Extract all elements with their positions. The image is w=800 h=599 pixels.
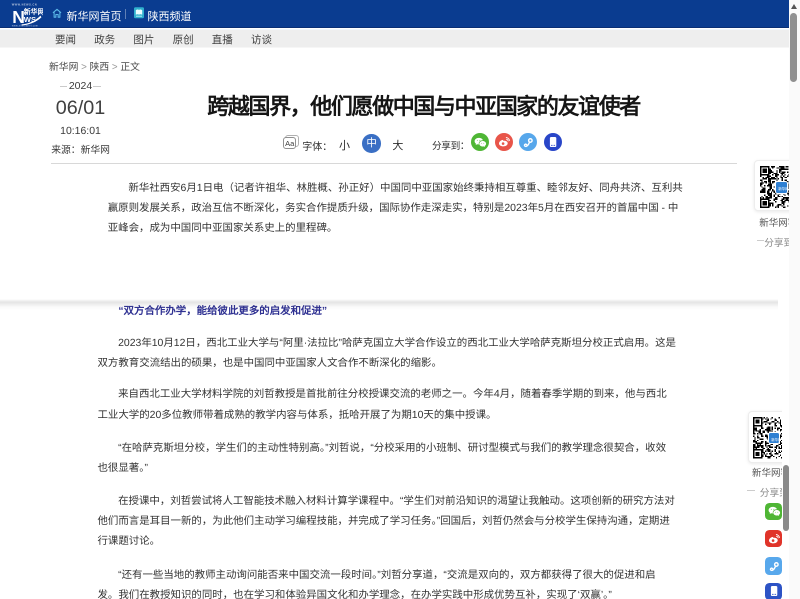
svg-text:www.xinhuanet.com: www.xinhuanet.com: [12, 25, 38, 27]
